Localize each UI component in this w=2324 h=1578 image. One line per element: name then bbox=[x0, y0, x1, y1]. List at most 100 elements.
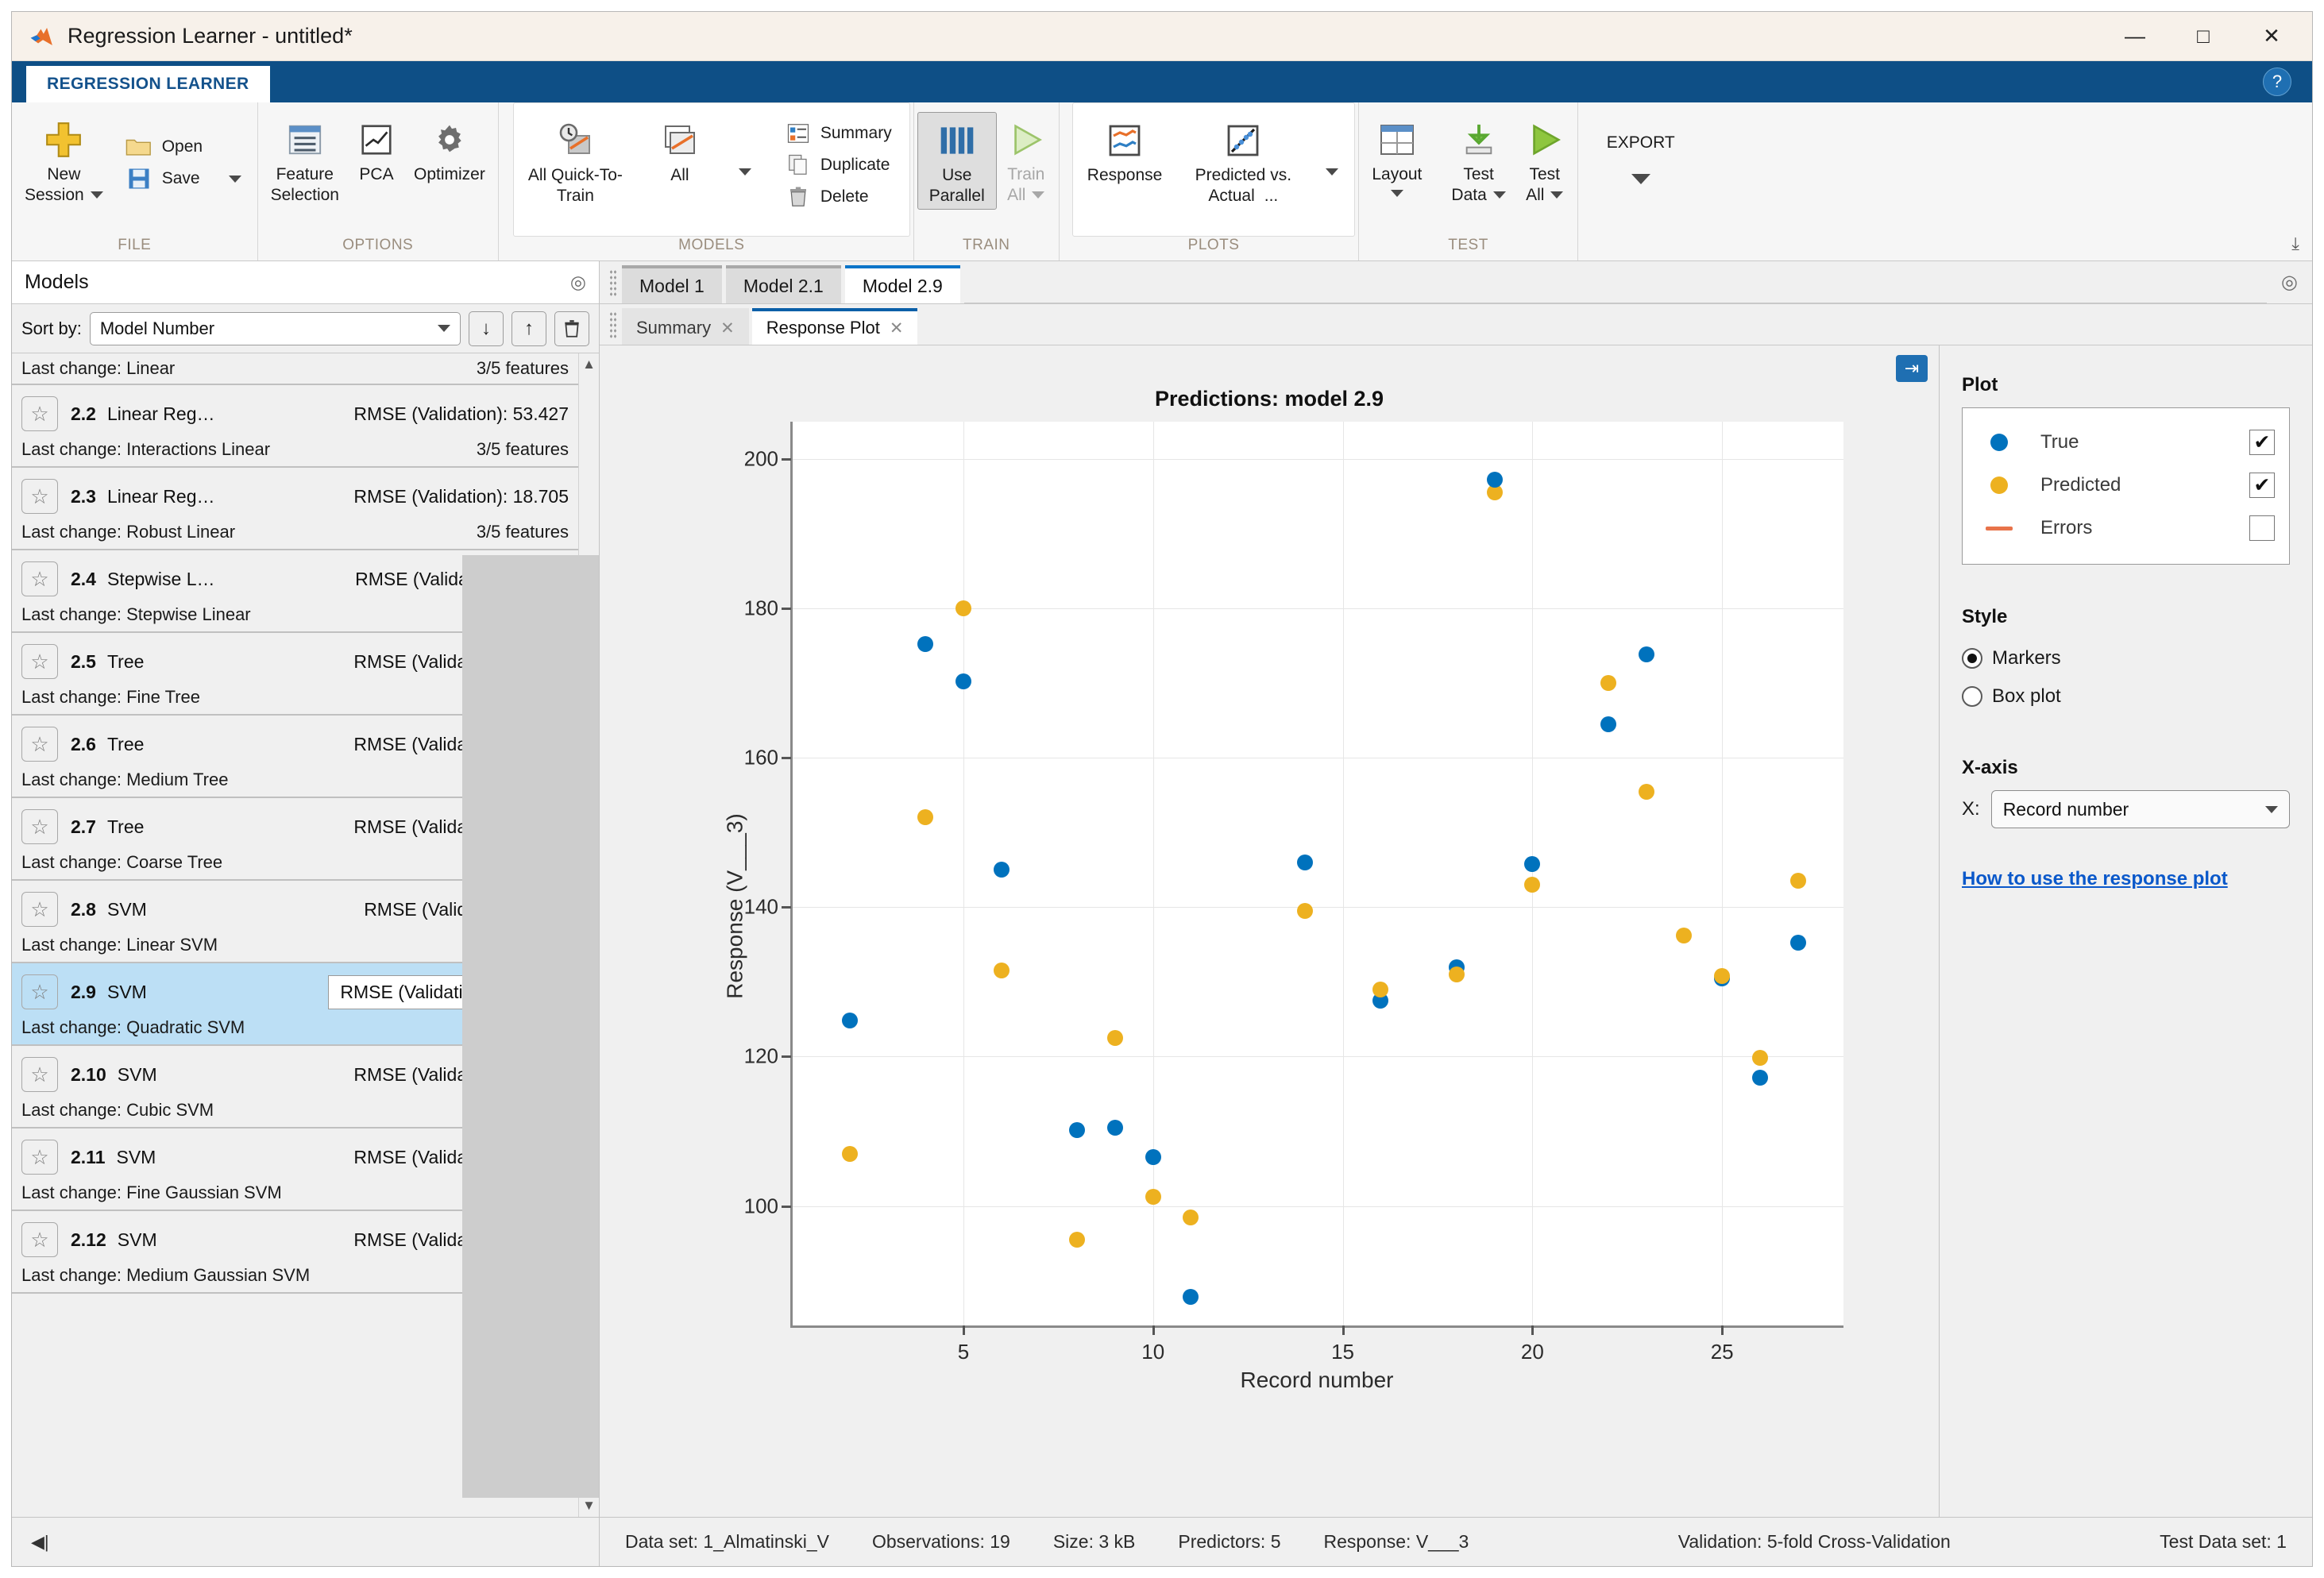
help-icon[interactable]: ? bbox=[2263, 68, 2291, 96]
data-point-predicted[interactable] bbox=[1524, 877, 1540, 893]
data-point-predicted[interactable] bbox=[994, 963, 1010, 978]
legend-row[interactable]: True✔ bbox=[1977, 421, 2275, 464]
favorite-star-icon[interactable]: ☆ bbox=[21, 1140, 58, 1175]
favorite-star-icon[interactable]: ☆ bbox=[21, 727, 58, 762]
favorite-star-icon[interactable]: ☆ bbox=[21, 809, 58, 844]
favorite-star-icon[interactable]: ☆ bbox=[21, 1057, 58, 1092]
plot-area[interactable]: 100120140160180200510152025 bbox=[790, 422, 1843, 1328]
data-point-predicted[interactable] bbox=[1600, 675, 1616, 691]
xaxis-select[interactable]: Record number bbox=[1991, 790, 2290, 828]
tab-regression-learner[interactable]: REGRESSION LEARNER bbox=[26, 66, 270, 102]
layout-button[interactable]: Layout bbox=[1362, 112, 1431, 200]
data-point-predicted[interactable] bbox=[917, 809, 933, 825]
data-point-predicted[interactable] bbox=[1297, 903, 1313, 919]
test-all-button[interactable]: Test All bbox=[1515, 112, 1574, 208]
summary-button[interactable]: Summary bbox=[781, 118, 897, 149]
data-point-true[interactable] bbox=[842, 1013, 858, 1028]
data-point-predicted[interactable] bbox=[842, 1146, 858, 1162]
all-models-button[interactable]: All bbox=[632, 113, 728, 189]
favorite-star-icon[interactable]: ☆ bbox=[21, 479, 58, 514]
gear-icon[interactable]: ◎ bbox=[2267, 271, 2312, 294]
data-point-predicted[interactable] bbox=[1676, 928, 1692, 943]
chevron-down-icon[interactable] bbox=[1391, 190, 1403, 197]
export-button[interactable]: EXPORT bbox=[1581, 129, 1701, 187]
data-point-true[interactable] bbox=[1487, 472, 1503, 488]
open-button[interactable]: Open bbox=[121, 131, 246, 163]
delete-button[interactable]: Delete bbox=[781, 181, 897, 213]
save-button[interactable]: Save bbox=[121, 163, 246, 195]
data-point-true[interactable] bbox=[955, 673, 971, 689]
favorite-star-icon[interactable]: ☆ bbox=[21, 396, 58, 431]
scroll-down-icon[interactable]: ▼ bbox=[582, 1498, 596, 1514]
data-point-predicted[interactable] bbox=[1183, 1210, 1199, 1225]
data-point-true[interactable] bbox=[1069, 1122, 1085, 1138]
document-tab[interactable]: Summary✕ bbox=[622, 308, 749, 345]
data-point-true[interactable] bbox=[994, 862, 1010, 878]
legend-row[interactable]: Predicted✔ bbox=[1977, 464, 2275, 507]
legend-checkbox[interactable]: ✔ bbox=[2249, 473, 2275, 498]
data-point-true[interactable] bbox=[917, 636, 933, 652]
data-point-predicted[interactable] bbox=[1714, 968, 1730, 984]
data-point-true[interactable] bbox=[1600, 716, 1616, 732]
data-point-predicted[interactable] bbox=[1639, 784, 1654, 800]
all-quick-to-train-button[interactable]: All Quick-To- Train bbox=[519, 113, 632, 209]
duplicate-button[interactable]: Duplicate bbox=[781, 149, 897, 181]
delete-models-button[interactable] bbox=[554, 311, 589, 346]
sort-ascending-button[interactable]: ↑ bbox=[512, 311, 546, 346]
close-icon[interactable]: ✕ bbox=[720, 318, 735, 338]
chevron-down-icon[interactable] bbox=[1032, 191, 1044, 199]
pca-button[interactable]: PCA bbox=[349, 112, 404, 188]
model-tab[interactable]: Model 2.1 bbox=[726, 265, 841, 303]
legend-checkbox[interactable]: ✔ bbox=[2249, 430, 2275, 455]
feature-selection-button[interactable]: Feature Selection bbox=[261, 112, 349, 208]
undock-icon[interactable]: ⇥ bbox=[1896, 355, 1928, 382]
chevron-down-icon[interactable] bbox=[229, 176, 241, 183]
sort-descending-button[interactable]: ↓ bbox=[469, 311, 504, 346]
train-all-button[interactable]: Train All bbox=[997, 112, 1056, 208]
chevron-down-icon[interactable] bbox=[1631, 174, 1650, 184]
model-tab[interactable]: Model 1 bbox=[622, 265, 722, 303]
favorite-star-icon[interactable]: ☆ bbox=[21, 974, 58, 1009]
favorite-star-icon[interactable]: ☆ bbox=[21, 892, 58, 927]
document-tab[interactable]: Response Plot✕ bbox=[752, 308, 918, 345]
gear-icon[interactable]: ◎ bbox=[570, 272, 586, 293]
style-radio-option[interactable]: Markers bbox=[1962, 639, 2290, 677]
ribbon-collapse-icon[interactable]: ⤓ bbox=[2291, 233, 2299, 254]
sort-by-select[interactable]: Model Number bbox=[90, 312, 461, 345]
data-point-predicted[interactable] bbox=[1107, 1030, 1123, 1046]
data-point-true[interactable] bbox=[1145, 1149, 1161, 1165]
data-point-true[interactable] bbox=[1524, 856, 1540, 872]
favorite-star-icon[interactable]: ☆ bbox=[21, 1222, 58, 1257]
data-point-true[interactable] bbox=[1107, 1120, 1123, 1136]
models-gallery-expand-button[interactable] bbox=[728, 168, 762, 176]
drag-grip-icon[interactable] bbox=[609, 269, 617, 296]
data-point-predicted[interactable] bbox=[1145, 1189, 1161, 1205]
maximize-button[interactable]: □ bbox=[2169, 12, 2237, 61]
use-parallel-toggle[interactable]: Use Parallel bbox=[917, 112, 997, 210]
response-plot-button[interactable]: Response bbox=[1078, 113, 1172, 189]
models-scrollbar[interactable]: ▲ ▼ bbox=[578, 353, 599, 1517]
optimizer-button[interactable]: Optimizer bbox=[404, 112, 495, 188]
help-response-plot-link[interactable]: How to use the response plot bbox=[1962, 868, 2290, 890]
drag-grip-icon[interactable] bbox=[609, 311, 617, 338]
data-point-true[interactable] bbox=[1752, 1070, 1768, 1086]
data-point-true[interactable] bbox=[1790, 935, 1806, 951]
chevron-down-icon[interactable] bbox=[1550, 191, 1563, 199]
test-data-button[interactable]: Test Data bbox=[1442, 112, 1515, 208]
data-point-true[interactable] bbox=[1183, 1289, 1199, 1305]
data-point-predicted[interactable] bbox=[1449, 966, 1465, 982]
data-point-predicted[interactable] bbox=[955, 600, 971, 616]
style-radio-option[interactable]: Box plot bbox=[1962, 677, 2290, 716]
close-icon[interactable]: ✕ bbox=[890, 318, 904, 338]
legend-checkbox[interactable] bbox=[2249, 515, 2275, 541]
scroll-up-icon[interactable]: ▲ bbox=[582, 357, 596, 372]
favorite-star-icon[interactable]: ☆ bbox=[21, 644, 58, 679]
close-button[interactable]: ✕ bbox=[2237, 12, 2306, 61]
data-point-predicted[interactable] bbox=[1372, 982, 1388, 997]
model-tab[interactable]: Model 2.9 bbox=[845, 265, 960, 303]
minimize-button[interactable]: — bbox=[2101, 12, 2169, 61]
new-session-button[interactable]: New Session bbox=[15, 112, 113, 208]
plots-gallery-expand-button[interactable] bbox=[1314, 168, 1349, 176]
data-point-true[interactable] bbox=[1297, 855, 1313, 870]
data-point-predicted[interactable] bbox=[1069, 1232, 1085, 1248]
